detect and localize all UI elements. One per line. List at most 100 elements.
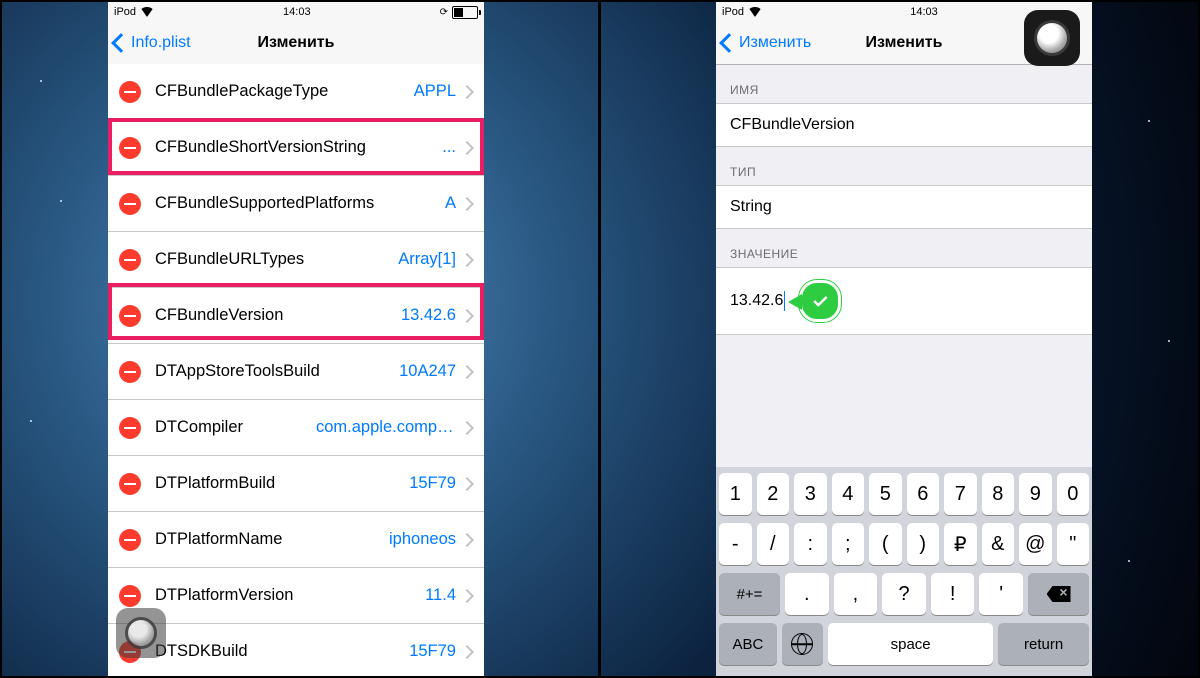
key-mode[interactable]: #+= [719,573,780,615]
key-1[interactable]: 1 [719,473,752,515]
key-([interactable]: ( [869,523,902,565]
key-?[interactable]: ? [882,573,926,615]
assistive-touch-icon [125,617,157,649]
chevron-left-icon [719,33,739,53]
edit-form: ИМЯ CFBundleVersion ТИП String ЗНАЧЕНИЕ … [716,65,1092,335]
plist-row[interactable]: CFBundleURLTypesArray[1] [108,232,484,288]
delete-icon[interactable] [119,585,141,607]
key-&[interactable]: & [982,523,1015,565]
page-title: Изменить [258,34,335,52]
key-'[interactable]: ' [979,573,1023,615]
name-field[interactable]: CFBundleVersion [716,103,1092,147]
key-;[interactable]: ; [832,523,865,565]
device-label: iPod [722,6,744,18]
key-![interactable]: ! [931,573,975,615]
value-field[interactable]: 13.42.6 [716,267,1092,335]
plist-value: 15F79 [409,474,456,493]
key-:[interactable]: : [794,523,827,565]
key-delete[interactable] [1028,573,1089,615]
key-6[interactable]: 6 [907,473,940,515]
key-globe[interactable] [782,623,823,665]
page-title: Изменить [866,34,943,52]
key-,[interactable]: , [834,573,878,615]
plist-row[interactable]: CFBundleShortVersionString... [108,120,484,176]
plist-key: DTSDKBuild [155,642,248,661]
wifi-icon [140,7,154,17]
plist-value: ... [442,138,456,157]
plist-key: CFBundleShortVersionString [155,138,366,157]
delete-icon[interactable] [119,529,141,551]
plist-value: APPL [414,82,456,101]
key-2[interactable]: 2 [757,473,790,515]
chevron-right-icon [460,364,474,378]
delete-icon[interactable] [119,249,141,271]
chevron-right-icon [460,476,474,490]
globe-icon [791,633,813,655]
key-@[interactable]: @ [1019,523,1052,565]
plist-value: 15F79 [409,642,456,661]
nav-bar: Info.plist Изменить [108,22,484,65]
plist-rows[interactable]: CFBundlePackageTypeAPPLCFBundleShortVers… [108,64,484,676]
delete-icon [1047,586,1071,602]
delete-icon[interactable] [119,473,141,495]
assistive-touch-button[interactable] [116,608,166,658]
key-7[interactable]: 7 [944,473,977,515]
delete-icon[interactable] [119,417,141,439]
key-9[interactable]: 9 [1019,473,1052,515]
battery-icon [452,6,478,19]
key-/[interactable]: / [757,523,790,565]
delete-icon[interactable] [119,81,141,103]
plist-row[interactable]: CFBundlePackageTypeAPPL [108,64,484,120]
plist-row[interactable]: CFBundleVersion13.42.6 [108,288,484,344]
key-5[interactable]: 5 [869,473,902,515]
key-3[interactable]: 3 [794,473,827,515]
delete-icon[interactable] [119,137,141,159]
lock-icon: ⟳ [440,7,448,18]
key-abc[interactable]: ABC [719,623,777,665]
plist-value: Array[1] [398,250,456,269]
plist-value: com.apple.compil... [316,418,456,437]
chevron-right-icon [460,196,474,210]
back-button[interactable]: Изменить [722,34,811,52]
key-space[interactable]: space [828,623,993,665]
plist-row[interactable]: CFBundleSupportedPlatforms A [108,176,484,232]
plist-key: DTPlatformName [155,530,282,549]
chevron-right-icon [460,84,474,98]
plist-value: 10A247 [399,362,456,381]
key-8[interactable]: 8 [982,473,1015,515]
plist-row[interactable]: DTAppStoreToolsBuild 10A247 [108,344,484,400]
assistive-touch-button[interactable] [1024,10,1080,66]
chevron-right-icon [460,252,474,266]
plist-key: DTPlatformBuild [155,474,275,493]
plist-value: iphoneos [389,530,456,549]
type-field[interactable]: String [716,185,1092,229]
back-label: Изменить [739,34,811,52]
confirm-badge [799,280,841,322]
delete-icon[interactable] [119,361,141,383]
plist-row[interactable]: DTPlatformName iphoneos [108,512,484,568]
plist-value: A [445,194,456,213]
plist-row[interactable]: DTPlatformBuild 15F79 [108,456,484,512]
chevron-right-icon [460,532,474,546]
key-0[interactable]: 0 [1057,473,1090,515]
keyboard: 1234567890 -/:;()₽&@" #+=.,?!' ABC spacer… [716,467,1092,676]
plist-key: DTAppStoreToolsBuild [155,362,320,381]
clock: 14:03 [283,6,311,18]
clock: 14:03 [910,6,938,18]
plist-key: DTCompiler [155,418,243,437]
delete-icon[interactable] [119,305,141,327]
key-return[interactable]: return [998,623,1089,665]
chevron-left-icon [111,33,131,53]
key-)[interactable]: ) [907,523,940,565]
delete-icon[interactable] [119,193,141,215]
text-caret [784,291,785,311]
plist-key: CFBundleSupportedPlatforms [155,194,374,213]
key-"[interactable]: " [1057,523,1090,565]
key-₽[interactable]: ₽ [944,523,977,565]
section-header-type: ТИП [716,147,1092,185]
key--[interactable]: - [719,523,752,565]
key-.[interactable]: . [785,573,829,615]
key-4[interactable]: 4 [832,473,865,515]
plist-row[interactable]: DTCompiler com.apple.compil... [108,400,484,456]
back-button[interactable]: Info.plist [114,34,191,52]
